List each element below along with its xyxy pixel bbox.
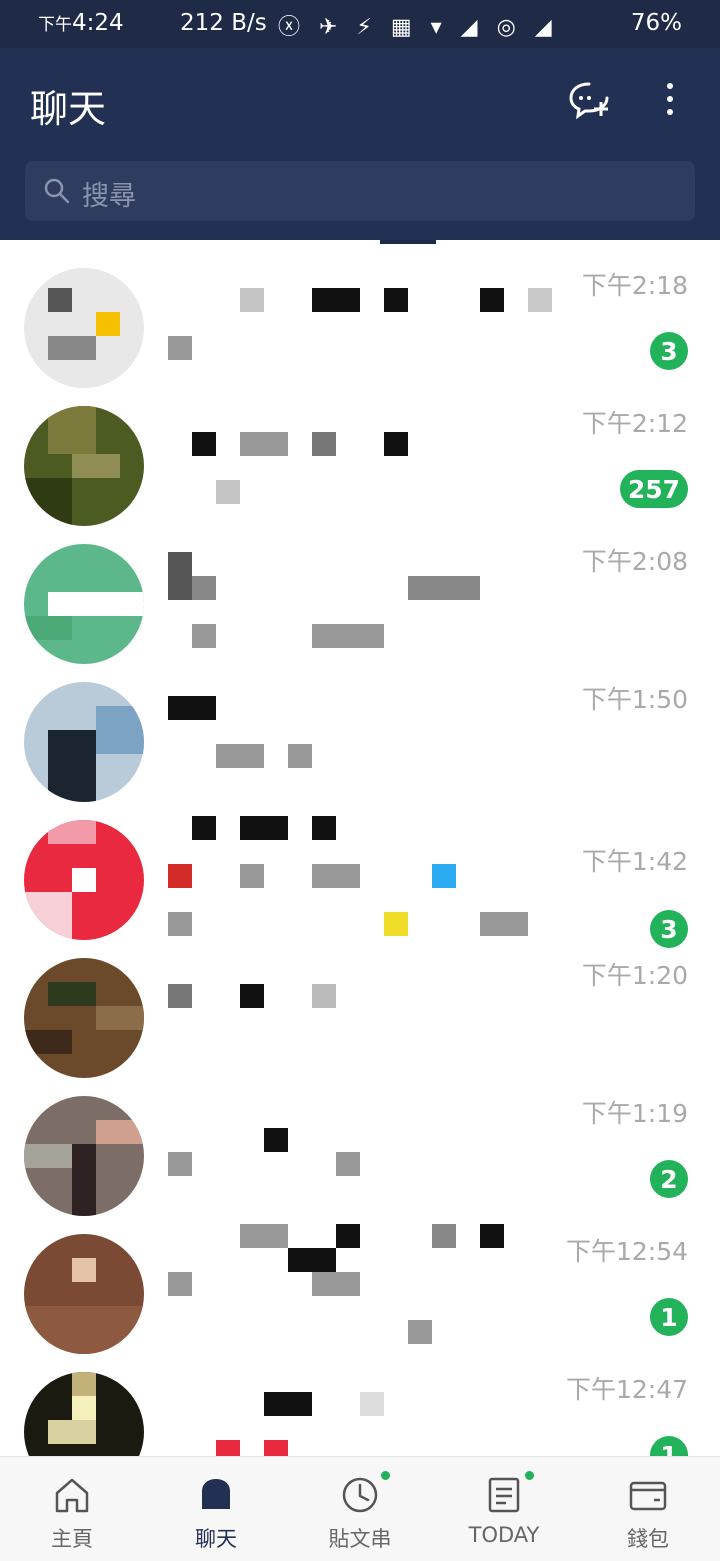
chat-row[interactable]: 下午1:50: [0, 658, 720, 802]
timeline-new-dot: [381, 1471, 390, 1480]
avatar: [24, 682, 144, 802]
chat-time: 下午2:08: [581, 547, 688, 576]
avatar: [24, 1372, 144, 1456]
more-options-icon[interactable]: [656, 78, 684, 120]
chat-time: 下午2:18: [581, 271, 688, 300]
chat-row[interactable]: 下午1:42 3: [0, 796, 720, 948]
chat-time: 下午12:54: [565, 1237, 688, 1266]
nav-timeline[interactable]: 貼文串: [288, 1457, 432, 1561]
chat-time: 下午1:42: [581, 847, 688, 876]
chat-time: 下午1:50: [581, 685, 688, 714]
avatar: [24, 544, 144, 664]
avatar: [24, 1234, 144, 1354]
chat-time: 下午1:20: [581, 961, 688, 990]
avatar: [24, 820, 144, 940]
nav-home[interactable]: 主頁: [0, 1457, 144, 1561]
nav-today-label: TODAY: [468, 1523, 540, 1547]
chat-row[interactable]: 下午2:18 3: [0, 244, 720, 388]
home-icon: [55, 1478, 89, 1513]
chat-icon: [202, 1479, 230, 1509]
nav-chat[interactable]: 聊天: [144, 1457, 288, 1561]
chat-time: 下午12:47: [565, 1375, 688, 1404]
chat-row[interactable]: 下午1:19 2: [0, 1072, 720, 1216]
chat-row[interactable]: 下午12:47 1: [0, 1348, 720, 1456]
chat-time: 下午1:19: [581, 1099, 688, 1128]
bottom-nav: 主頁 聊天 貼文串 TODAY 錢包: [0, 1456, 720, 1561]
unread-badge: 3: [650, 332, 688, 370]
chat-row[interactable]: 下午2:12 257: [0, 382, 720, 526]
chat-time: 下午2:12: [581, 409, 688, 438]
status-time: 下午4:24: [38, 10, 124, 36]
chat-list: 下午2:18 3 下午2:12 257 下午2:08 下午1:50 下午1:42…: [0, 244, 720, 1456]
avatar: [24, 406, 144, 526]
avatar: [24, 268, 144, 388]
nav-chat-label: 聊天: [195, 1527, 237, 1551]
battery-level: 76%: [630, 10, 682, 36]
avatar: [24, 1096, 144, 1216]
nav-home-label: 主頁: [51, 1527, 93, 1551]
nav-today[interactable]: TODAY: [432, 1457, 576, 1561]
unread-badge: 1: [650, 1298, 688, 1336]
status-icons: ⓧ ✈ ⚡ ▦ ▾ ◢ ◎ ◢: [278, 15, 558, 40]
wallet-icon: [629, 1481, 667, 1511]
chat-row[interactable]: 下午2:08: [0, 520, 720, 664]
status-bar: 下午4:24 212 B/s ⓧ ✈ ⚡ ▦ ▾ ◢ ◎ ◢ 76%: [0, 0, 720, 48]
unread-badge: 2: [650, 1160, 688, 1198]
page-title: 聊天: [30, 87, 107, 131]
search-icon: [44, 178, 70, 204]
search-bar[interactable]: 搜尋: [25, 161, 695, 221]
avatar: [24, 958, 144, 1078]
nav-wallet[interactable]: 錢包: [576, 1457, 720, 1561]
clock-icon: [342, 1477, 378, 1513]
news-icon: [488, 1477, 520, 1513]
nav-wallet-label: 錢包: [627, 1527, 669, 1551]
nav-timeline-label: 貼文串: [328, 1527, 392, 1551]
search-placeholder: 搜尋: [82, 181, 136, 212]
unread-badge: 1: [650, 1436, 688, 1456]
new-chat-icon[interactable]: [568, 80, 610, 120]
chat-row[interactable]: 下午12:54 1: [0, 1210, 720, 1354]
unread-badge: 257: [619, 470, 688, 508]
chat-row[interactable]: 下午1:20: [0, 934, 720, 1078]
today-new-dot: [525, 1471, 534, 1480]
network-speed: 212 B/s: [180, 10, 267, 36]
app-header: 聊天 搜尋: [0, 48, 720, 240]
